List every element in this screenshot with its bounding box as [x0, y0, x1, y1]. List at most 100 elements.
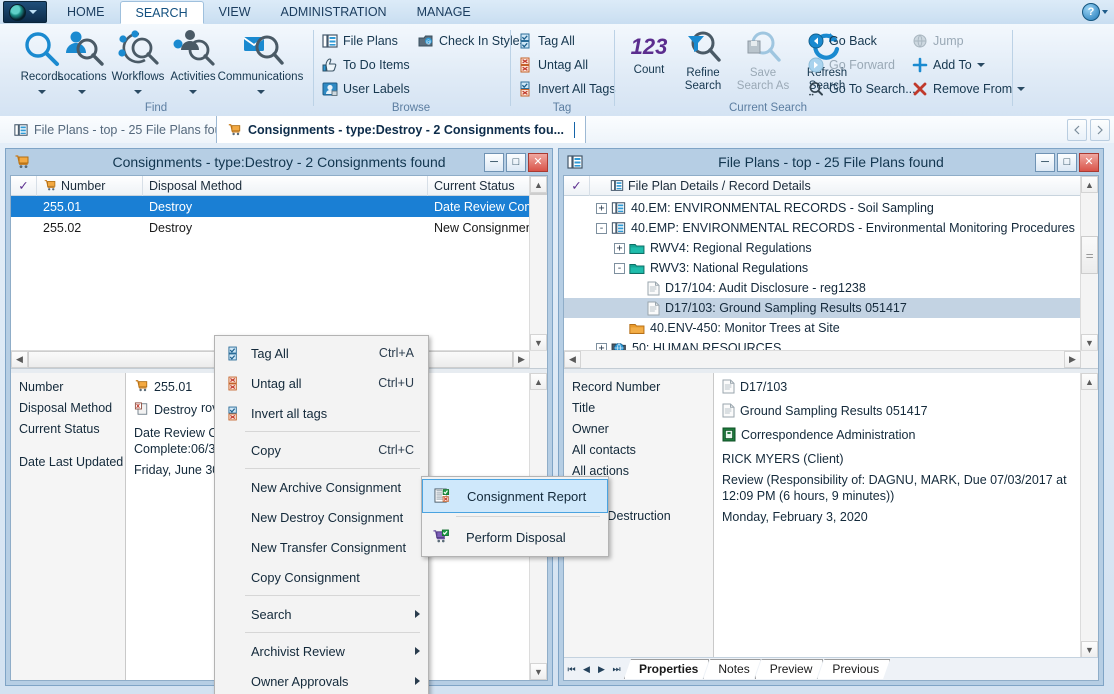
nav-first-button[interactable]: ⏮	[564, 659, 579, 679]
nav-prev-button[interactable]: ◀	[579, 659, 594, 679]
scroll-right-button[interactable]: ▶	[513, 351, 530, 368]
submenu-item-perform-disposal[interactable]: Perform Disposal	[422, 520, 608, 554]
bottom-tab-notes[interactable]: Notes	[703, 659, 760, 679]
doc-tab-prev-button[interactable]	[1067, 119, 1087, 141]
context-menu-item-new-archive-consignment[interactable]: New Archive Consignment	[215, 472, 428, 502]
scroll-down-button[interactable]: ▼	[530, 663, 547, 680]
tag-column-header[interactable]: ✓	[11, 175, 37, 196]
context-menu-item-new-transfer-consignment[interactable]: New Transfer Consignment	[215, 532, 428, 562]
tree-node[interactable]: - 40.EMP: ENVIRONMENTAL RECORDS - Environ…	[564, 218, 1081, 238]
scroll-left-button[interactable]: ◀	[564, 351, 581, 368]
context-menu-item-invert-all-tags[interactable]: Invert all tags	[215, 398, 428, 428]
tree-node[interactable]: +40.EM: ENVIRONMENTAL RECORDS - Soil Sam…	[564, 198, 1081, 218]
nav-last-button[interactable]: ⏭	[609, 659, 624, 679]
ribbon-button-untag-all[interactable]: Untag All	[520, 54, 588, 76]
context-menu-item-copy[interactable]: Copy Ctrl+C	[215, 435, 428, 465]
context-menu-item-tag-all[interactable]: Tag All Ctrl+A	[215, 338, 428, 368]
chevron-down-icon	[256, 90, 265, 94]
scroll-up-button[interactable]: ▲	[530, 373, 547, 390]
bottom-tab-previous[interactable]: Previous	[817, 659, 890, 679]
tree-node[interactable]: D17/104: Audit Disclosure - reg1238	[564, 278, 1081, 298]
ribbon-button-jump[interactable]: Jump	[912, 30, 964, 52]
ribbon-button-tag-all[interactable]: Tag All	[520, 30, 575, 52]
ribbon-button-to-do-items[interactable]: To Do Items	[322, 54, 410, 76]
ribbon-button-add-to[interactable]: Add To	[912, 54, 985, 76]
cell-current-status: Date Review Compl	[434, 199, 530, 214]
ribbon-tab-view[interactable]: VIEW	[204, 1, 266, 24]
doc-tab-consignments[interactable]: Consignments - type:Destroy - 2 Consignm…	[216, 116, 586, 143]
scroll-up-button[interactable]: ▲	[1081, 373, 1098, 390]
ribbon-tab-home[interactable]: HOME	[52, 1, 120, 24]
ribbon-button-invert-all-tags[interactable]: Invert All Tags	[520, 78, 616, 100]
tree-node[interactable]: 40.ENV-450: Monitor Trees at Site	[564, 318, 1081, 338]
ribbon-button-remove-from[interactable]: Remove From	[912, 78, 1026, 100]
table-row[interactable]: 255.01 Destroy Date Review Compl	[11, 196, 530, 217]
ribbon-tab-search[interactable]: SEARCH	[119, 1, 204, 24]
tree-horizontal-scrollbar[interactable]: ◀ ▶	[564, 350, 1098, 368]
column-header-number[interactable]: Number	[37, 175, 143, 196]
submenu-item-consignment-report[interactable]: Consignment Report	[422, 479, 608, 513]
ribbon-button-save-search-as[interactable]: Save Search As	[732, 30, 794, 92]
close-button[interactable]: ✕	[528, 153, 548, 172]
property-values-column: D17/103 Ground Sampling Results 051417 Cor…	[714, 373, 1081, 658]
ribbon-button-refine-search[interactable]: Refine Search	[676, 30, 730, 92]
help-button[interactable]: ?	[1082, 3, 1108, 21]
consignment-icon	[228, 123, 241, 135]
maximize-button[interactable]: □	[1057, 153, 1077, 172]
scroll-down-button[interactable]: ▼	[530, 334, 547, 351]
ribbon-tab-administration[interactable]: ADMINISTRATION	[266, 1, 402, 24]
expander-minus-icon[interactable]: -	[614, 262, 625, 274]
scroll-right-button[interactable]: ▶	[1064, 351, 1081, 368]
column-header-current-status[interactable]: Current Status	[428, 175, 530, 196]
ribbon-button-communications[interactable]: Communications	[213, 28, 308, 97]
column-header-disposal-method[interactable]: Disposal Method	[143, 175, 428, 196]
ribbon-button-user-labels[interactable]: User Labels	[322, 78, 410, 100]
scroll-down-button[interactable]: ▼	[1081, 334, 1098, 351]
doc-tab-next-button[interactable]	[1090, 119, 1110, 141]
scroll-thumb[interactable]: ⚌	[1081, 236, 1098, 274]
minimize-button[interactable]: ─	[1035, 153, 1055, 172]
ribbon-button-go-back[interactable]: Go Back	[808, 30, 877, 52]
maximize-button[interactable]: □	[506, 153, 526, 172]
ribbon-button-file-plans[interactable]: File Plans	[322, 30, 398, 52]
property-value: Correspondence Administration	[714, 427, 1081, 446]
scroll-down-button[interactable]: ▼	[1081, 641, 1098, 658]
expander-minus-icon[interactable]: -	[596, 222, 607, 234]
close-button[interactable]: ✕	[1079, 153, 1099, 172]
tree-node[interactable]: + RWV4: Regional Regulations	[564, 238, 1081, 258]
minimize-button[interactable]: ─	[484, 153, 504, 172]
expander-plus-icon[interactable]: +	[596, 202, 607, 214]
context-menu-item-search[interactable]: Search	[215, 599, 428, 629]
expander-plus-icon[interactable]: +	[614, 242, 625, 254]
column-header-file-plan-details[interactable]: File Plan Details / Record Details	[590, 176, 1081, 196]
bottom-tab-preview[interactable]: Preview	[755, 659, 824, 679]
ribbon-button-count[interactable]: 123 Count	[622, 30, 676, 77]
properties-vertical-scrollbar[interactable]: ▲ ▼	[1080, 373, 1098, 658]
property-value-text: D17/103	[740, 380, 788, 394]
scroll-left-button[interactable]: ◀	[11, 351, 28, 368]
application-menu-button[interactable]	[3, 1, 47, 23]
ribbon-button-go-forward[interactable]: Go Forward	[808, 54, 895, 76]
ribbon-button-go-to-search[interactable]: Go To Search...	[808, 78, 916, 100]
bottom-tab-properties[interactable]: Properties	[624, 659, 709, 679]
table-row[interactable]: 255.02 Destroy New Consignment	[11, 217, 530, 238]
context-menu-item-archivist-review[interactable]: Archivist Review	[215, 636, 428, 666]
doc-tab-file-plans[interactable]: File Plans - top - 25 File Plans found	[4, 116, 246, 143]
scroll-up-button[interactable]: ▲	[1081, 176, 1098, 193]
tag-column-header[interactable]: ✓	[564, 175, 590, 196]
ribbon-tab-strip: HOME SEARCH VIEW ADMINISTRATION MANAGE	[52, 0, 486, 24]
check-in-style-icon: @	[418, 35, 433, 47]
scroll-up-button[interactable]: ▲	[530, 176, 547, 193]
context-menu-item-untag-all[interactable]: Untag all Ctrl+U	[215, 368, 428, 398]
context-menu-item-new-destroy-consignment[interactable]: New Destroy Consignment	[215, 502, 428, 532]
ribbon-tab-manage[interactable]: MANAGE	[402, 1, 486, 24]
tree-node[interactable]: D17/103: Ground Sampling Results 051417	[564, 298, 1081, 318]
context-menu-item-owner-approvals[interactable]: Owner Approvals	[215, 666, 428, 694]
grid-vertical-scrollbar[interactable]: ▲ ▼	[529, 176, 547, 351]
nav-next-button[interactable]: ▶	[594, 659, 609, 679]
context-menu-item-shortcut: Ctrl+U	[378, 376, 414, 390]
chevron-down-icon	[29, 10, 37, 14]
tree-node[interactable]: - RWV3: National Regulations	[564, 258, 1081, 278]
context-menu-item-copy-consignment[interactable]: Copy Consignment	[215, 562, 428, 592]
tree-vertical-scrollbar[interactable]: ▲ ⚌ ▼	[1080, 176, 1098, 351]
